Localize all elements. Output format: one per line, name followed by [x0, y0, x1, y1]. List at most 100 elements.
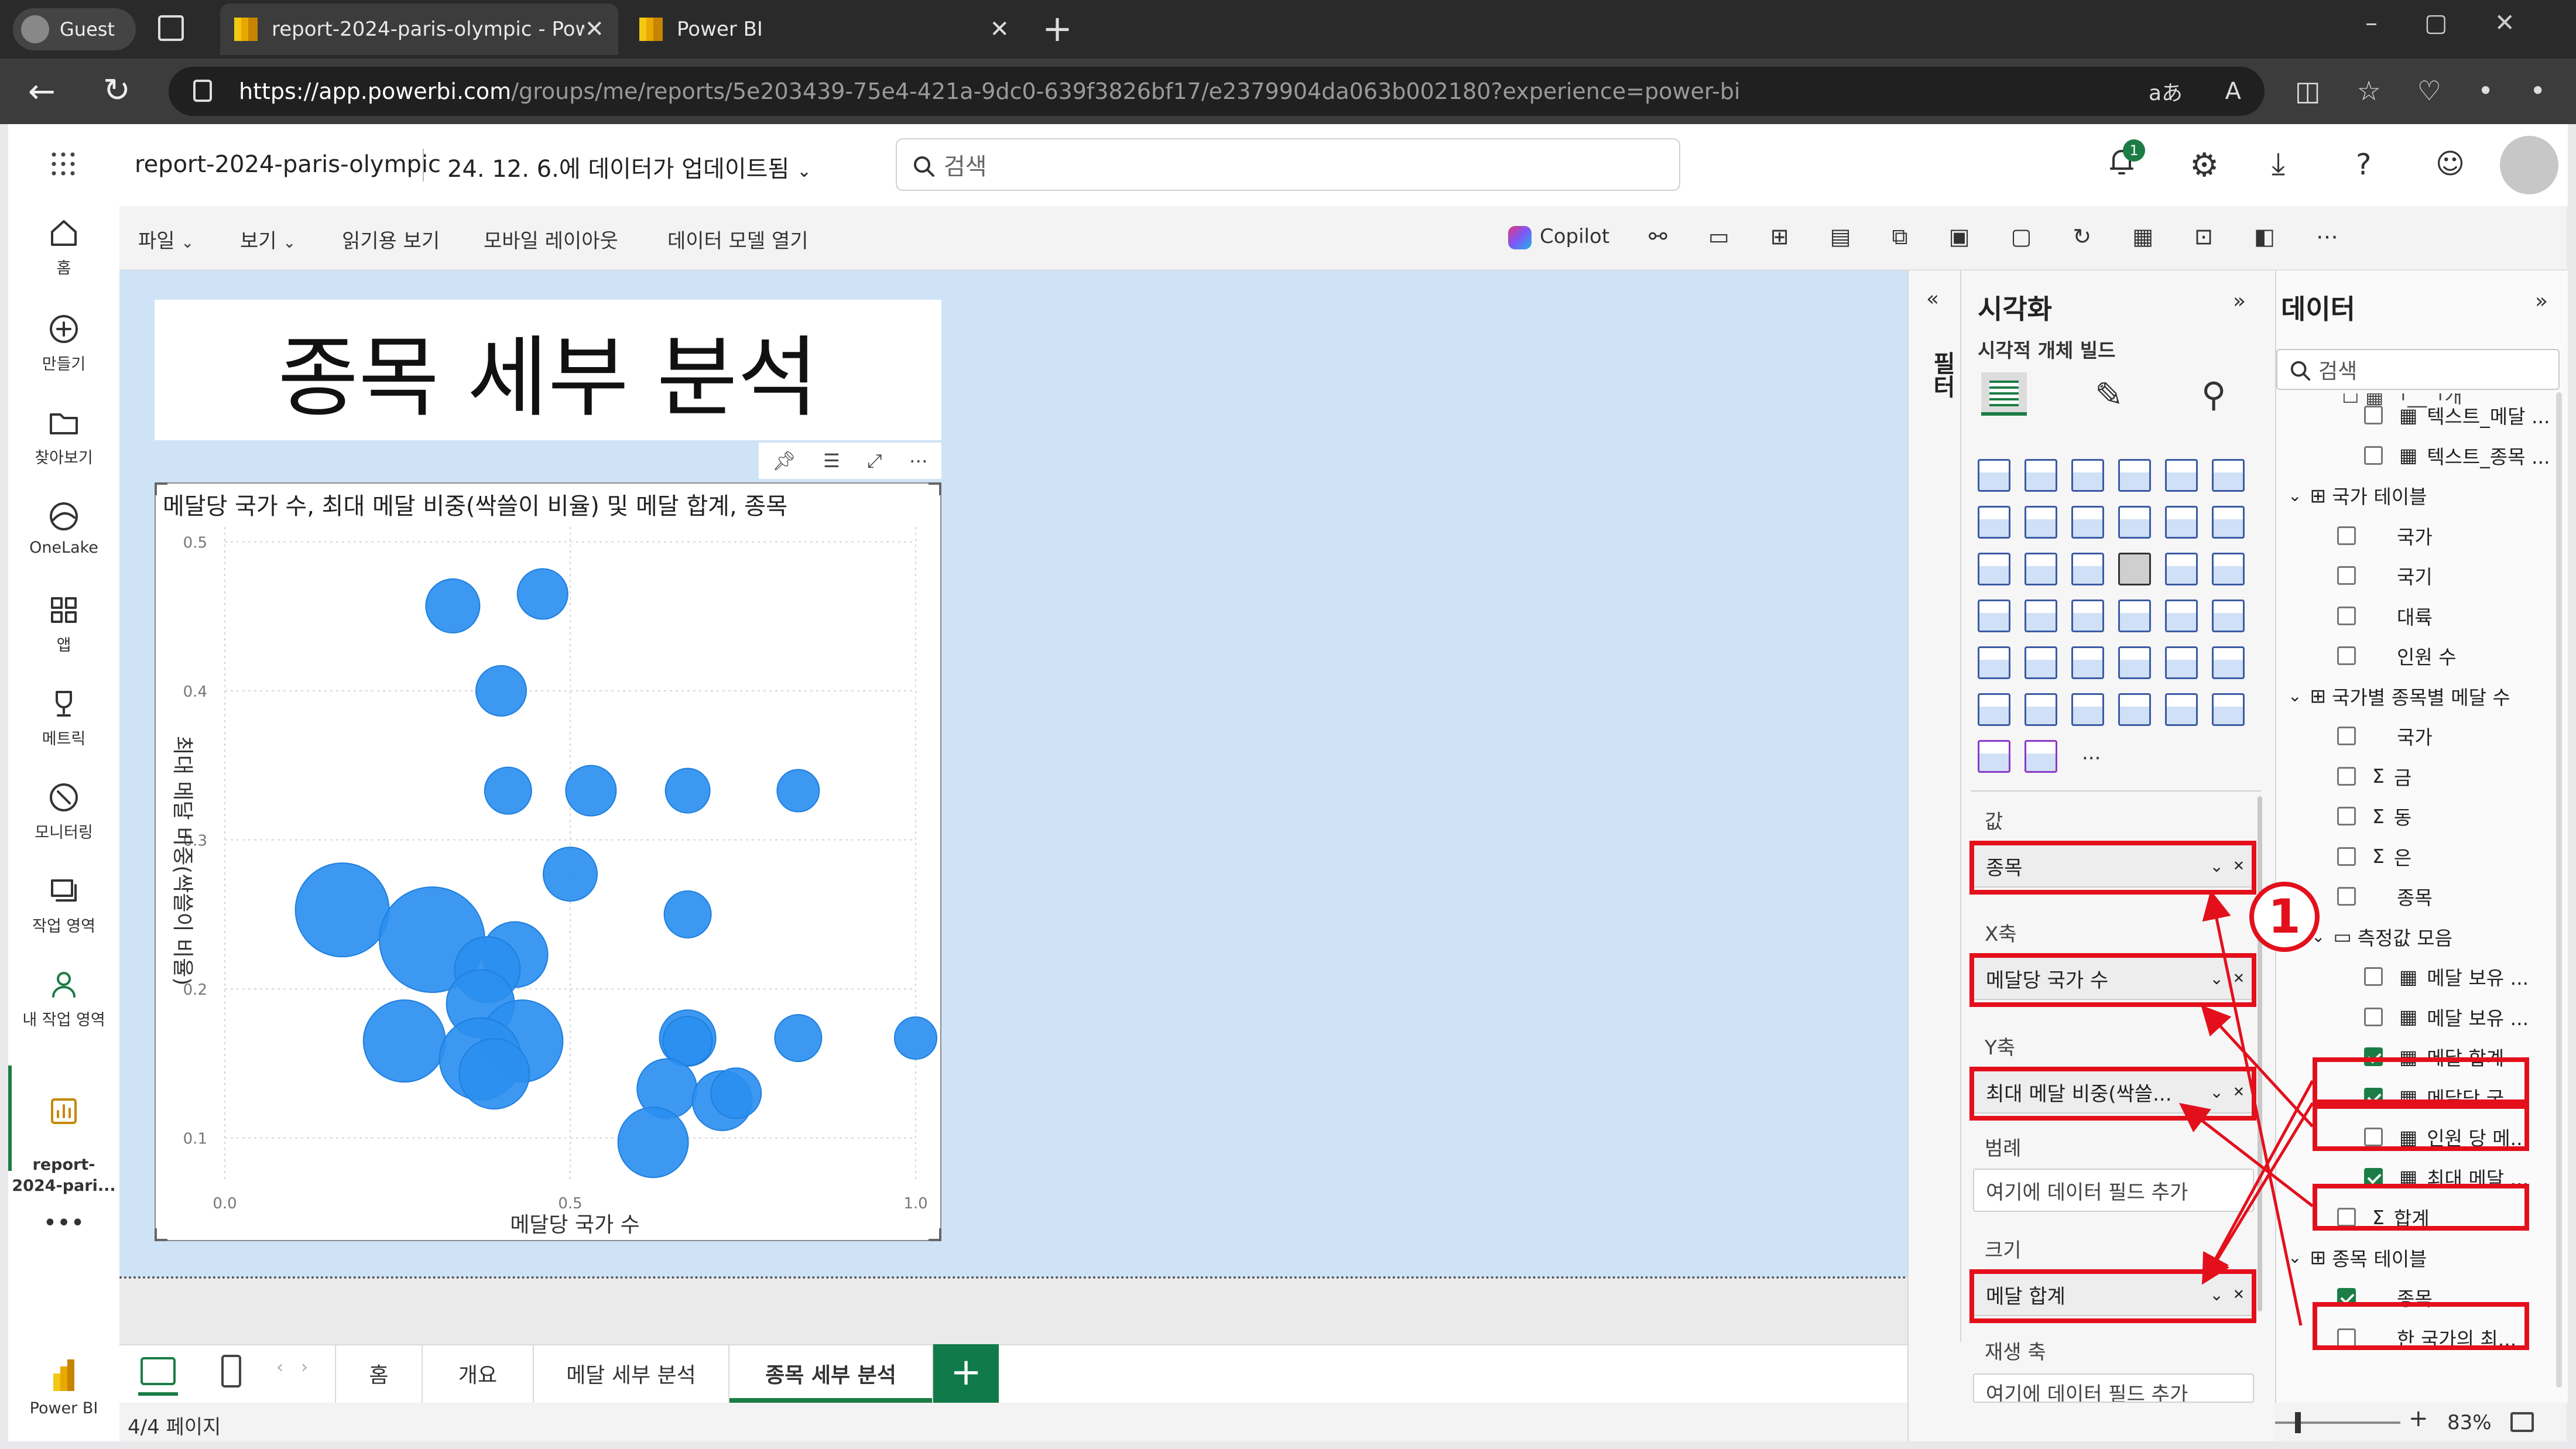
data-field-row[interactable]: 대륙 — [2337, 599, 2433, 633]
filters-collapsed-strip[interactable] — [1907, 270, 1961, 1342]
scatter-bubble[interactable] — [663, 890, 712, 938]
help-icon[interactable]: ? — [2356, 148, 2372, 181]
scatter-bubble[interactable] — [662, 1016, 713, 1067]
analytics-icon[interactable]: ⚲ — [2201, 375, 2226, 415]
field-checkbox[interactable] — [2337, 807, 2356, 825]
more-options-icon[interactable]: ⋯ — [909, 450, 928, 472]
visual-type-icon[interactable] — [2025, 506, 2057, 539]
vis-pane-scrollbar[interactable] — [2258, 796, 2262, 1311]
visual-type-icon[interactable] — [2025, 740, 2057, 773]
field-checkbox[interactable] — [2337, 526, 2356, 545]
data-updated-dropdown[interactable]: 24. 12. 6.에 데이터가 업데이트됨 ⌄ — [447, 150, 811, 184]
visual-type-icon[interactable] — [1978, 693, 2010, 726]
format-visual-icon[interactable]: ✎ — [2095, 375, 2123, 415]
scatter-bubble[interactable] — [475, 665, 527, 717]
report-name[interactable]: report-2024-paris-olympic — [135, 151, 441, 178]
scatter-bubble[interactable] — [565, 765, 617, 817]
field-checkbox[interactable] — [2337, 766, 2356, 786]
data-table-node[interactable]: ⌄ ⊞ 국가 테이블 — [2288, 478, 2427, 512]
visual-type-icon[interactable] — [2212, 506, 2245, 539]
visual-type-icon[interactable] — [2071, 459, 2104, 492]
mobile-layout-icon[interactable] — [221, 1355, 241, 1388]
visual-type-icon[interactable] — [2071, 600, 2104, 632]
visual-header-toolbar[interactable]: 📌︎ ☰ ⤢ ⋯ — [759, 443, 941, 479]
visual-type-icon[interactable] — [2071, 553, 2104, 585]
data-field-row[interactable]: Σ동 — [2337, 799, 2411, 833]
read-aloud-icon[interactable]: A — [2225, 78, 2241, 105]
visual-type-icon[interactable] — [2071, 646, 2104, 679]
menu-view[interactable]: 보기 ⌄ — [240, 225, 296, 254]
field-checkbox[interactable] — [2337, 566, 2356, 585]
ribbon-toolbar-icons[interactable]: ⚯▭⊞▤⧉▣▢↻▦⊡◧⋯ — [1649, 224, 2379, 250]
feedback-icon[interactable]: ☺ — [2435, 148, 2465, 180]
scatter-bubble[interactable] — [425, 578, 481, 633]
data-field-row[interactable]: Σ금 — [2337, 759, 2411, 793]
field-checkbox[interactable] — [2337, 727, 2356, 745]
chevron-down-icon[interactable]: ⌄ — [2288, 1248, 2301, 1267]
reader-mode-icon[interactable]: aあ — [2149, 76, 2183, 107]
filters-vertical-label[interactable]: 필터 — [1925, 351, 1959, 398]
chevron-down-icon[interactable]: ⌄ — [2288, 486, 2301, 505]
title-textbox[interactable]: 종목 세부 분석 — [155, 300, 941, 440]
visual-type-icon[interactable] — [2118, 600, 2151, 632]
field-checkbox[interactable] — [2337, 606, 2356, 625]
window-controls[interactable]: –▢✕ — [2365, 8, 2562, 37]
measure-folder-node[interactable]: ⌄ ▭ 측정값 모음 — [2311, 920, 2452, 954]
scatter-bubble[interactable] — [710, 1067, 762, 1119]
notification-icon[interactable]: 1 — [2108, 139, 2145, 178]
download-icon[interactable]: ⤓ — [2272, 146, 2285, 182]
scatter-bubble[interactable] — [894, 1016, 937, 1060]
data-field-row[interactable]: ▦ 메달 보유 ... — [2364, 1000, 2529, 1034]
focus-mode-icon[interactable]: ⤢ — [867, 450, 882, 472]
menu-reading-view[interactable]: 읽기용 보기 — [342, 225, 440, 254]
play-axis-well-dropzone[interactable]: 여기에 데이터 필드 추가 — [1973, 1373, 2254, 1403]
collapse-vis-icon[interactable]: » — [2233, 289, 2246, 313]
nav-create[interactable]: 만들기 — [8, 313, 119, 374]
visual-type-icon[interactable] — [2165, 553, 2198, 585]
nav-powerbi[interactable]: Power BI — [8, 1358, 119, 1417]
visual-type-icon[interactable] — [2165, 693, 2198, 726]
scatter-bubble[interactable] — [776, 769, 820, 813]
scatter-bubble[interactable] — [774, 1014, 823, 1063]
page-tab-sport-detail[interactable]: 종목 세부 분석 — [729, 1344, 933, 1403]
visual-type-icon[interactable] — [2025, 553, 2057, 585]
visual-type-icon[interactable] — [2071, 506, 2104, 539]
global-search-input[interactable]: 검색 — [896, 138, 1680, 191]
visual-type-icon[interactable] — [2212, 553, 2245, 585]
visual-type-icon[interactable] — [1978, 506, 2010, 539]
add-page-button[interactable]: + — [933, 1344, 999, 1403]
visual-type-icon[interactable] — [2025, 693, 2057, 726]
expand-filters-icon[interactable]: « — [1926, 287, 1939, 311]
nav-home[interactable]: 홈 — [8, 217, 119, 278]
visual-type-icon[interactable] — [2165, 646, 2198, 679]
settings-icon[interactable]: ⚙ — [2190, 146, 2219, 184]
page-tab-overview[interactable]: 개요 — [423, 1344, 534, 1403]
nav-more-icon[interactable]: ••• — [8, 1210, 119, 1236]
nav-apps[interactable]: 앱 — [8, 594, 119, 655]
close-tab-icon[interactable]: ✕ — [989, 16, 1009, 43]
data-field-row[interactable]: 종목 — [2337, 879, 2433, 913]
browser-tab-powerbi[interactable]: Power BI ✕ — [625, 4, 1023, 55]
back-icon[interactable]: ← — [28, 73, 56, 111]
nav-onelake[interactable]: OneLake — [8, 500, 119, 557]
scatter-bubble[interactable] — [294, 862, 390, 958]
scatter-bubble[interactable] — [458, 1038, 530, 1110]
tab-actions-icon[interactable] — [158, 15, 184, 41]
scatter-bubble[interactable] — [664, 768, 711, 814]
field-checkbox[interactable] — [2364, 406, 2383, 424]
visual-type-icon[interactable] — [1978, 459, 2010, 492]
visual-type-icon[interactable] — [2025, 600, 2057, 632]
nav-browse[interactable]: 찾아보기 — [8, 406, 119, 468]
nav-metrics[interactable]: 메트릭 — [8, 687, 119, 749]
collapse-data-icon[interactable]: » — [2535, 289, 2548, 313]
guest-profile-button[interactable]: Guest — [13, 8, 136, 50]
refresh-icon[interactable]: ↻ — [103, 71, 131, 109]
data-table-node[interactable]: ⌄ ⊞ 국가별 종목별 메달 수 — [2288, 679, 2510, 713]
data-pane-scrollbar[interactable] — [2556, 392, 2562, 1388]
visual-type-gallery[interactable] — [1978, 459, 2259, 787]
visual-type-icon[interactable] — [2118, 459, 2151, 492]
menu-mobile-layout[interactable]: 모바일 레이아웃 — [484, 225, 618, 254]
nav-my-workspace[interactable]: 내 작업 영역 — [8, 968, 119, 1030]
data-field-row[interactable]: 인원 수 — [2337, 639, 2457, 673]
field-checkbox[interactable] — [2364, 1007, 2383, 1026]
